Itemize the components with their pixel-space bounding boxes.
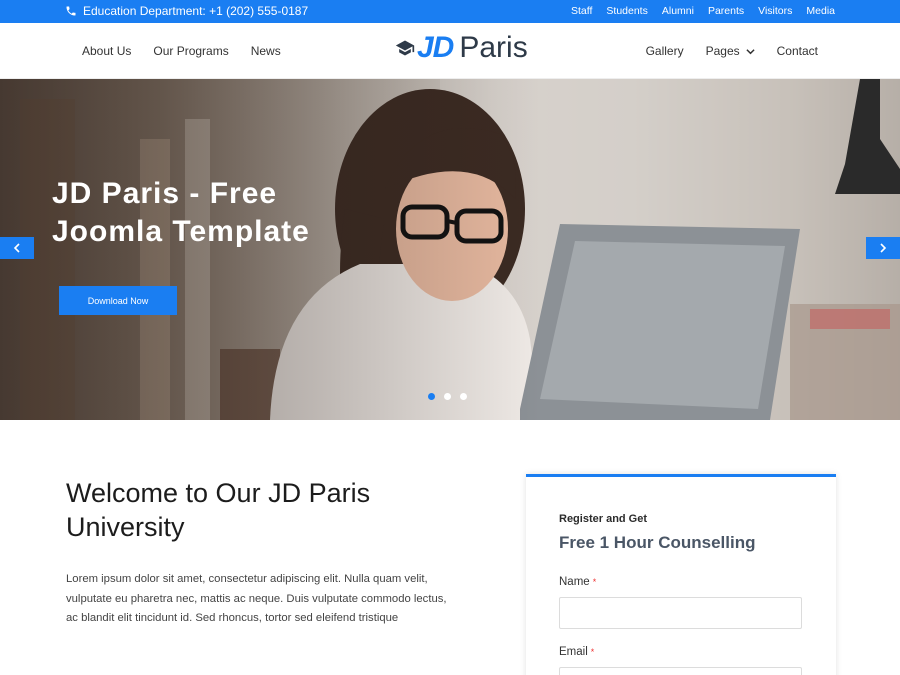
top-bar: Education Department: +1 (202) 555-0187 … — [0, 0, 900, 23]
logo-jd: JD — [417, 31, 454, 64]
nav-left: About Us Our Programs News — [82, 44, 281, 58]
slider-dot-2[interactable] — [444, 393, 451, 400]
required-mark: * — [592, 577, 597, 587]
nav-gallery[interactable]: Gallery — [646, 44, 684, 58]
welcome-paragraph: Lorem ipsum dolor sit amet, consectetur … — [66, 573, 447, 624]
form-title: Free 1 Hour Counselling — [559, 533, 756, 552]
logo-paris: Paris — [459, 31, 528, 64]
slider-dot-3[interactable] — [460, 393, 467, 400]
required-mark: * — [590, 647, 595, 657]
welcome-title-line2: University — [66, 512, 185, 542]
slider-prev-button[interactable] — [0, 237, 34, 259]
counselling-form: Register and Get Free 1 Hour Counselling… — [526, 474, 836, 675]
toplink-students[interactable]: Students — [606, 5, 647, 17]
download-now-button[interactable]: Download Now — [59, 286, 177, 315]
phone-text: Education Department: +1 (202) 555-0187 — [83, 4, 309, 18]
toplink-media[interactable]: Media — [806, 5, 835, 17]
phone-icon — [66, 6, 76, 16]
hero-title: JD Paris - Free Joomla Template — [52, 175, 382, 251]
toplink-parents[interactable]: Parents — [708, 5, 744, 17]
nav-pages-label: Pages — [705, 44, 740, 58]
form-pre-title: Register and Get — [559, 513, 648, 525]
name-label: Name * — [559, 576, 596, 588]
slider-next-button[interactable] — [866, 237, 900, 259]
email-label: Email * — [559, 646, 594, 658]
welcome-title-line1: Welcome to Our JD Paris — [66, 478, 371, 508]
nav-our-programs[interactable]: Our Programs — [153, 44, 228, 58]
hero-slider: JD Paris - Free Joomla Template Download… — [0, 79, 900, 420]
toplink-staff[interactable]: Staff — [571, 5, 592, 17]
top-links: Staff Students Alumni Parents Visitors M… — [571, 5, 835, 17]
hero-title-line1: JD Paris - Free — [52, 177, 278, 210]
slider-dot-1[interactable] — [428, 393, 435, 400]
hero-title-line2: Joomla Template — [52, 215, 310, 248]
site-logo[interactable]: JD Paris — [395, 31, 528, 65]
chevron-left-icon — [13, 243, 20, 253]
toplink-alumni[interactable]: Alumni — [662, 5, 694, 17]
nav-contact[interactable]: Contact — [777, 44, 818, 58]
chevron-down-icon — [746, 48, 755, 54]
name-field[interactable] — [559, 597, 802, 629]
welcome-title: Welcome to Our JD Paris University — [66, 476, 446, 544]
email-label-text: Email — [559, 646, 588, 658]
nav-about-us[interactable]: About Us — [82, 44, 131, 58]
slider-dots — [428, 393, 467, 400]
chevron-right-icon — [880, 243, 887, 253]
toplink-visitors[interactable]: Visitors — [758, 5, 792, 17]
nav-news[interactable]: News — [251, 44, 281, 58]
phone-info: Education Department: +1 (202) 555-0187 — [65, 4, 308, 18]
name-label-text: Name — [559, 576, 590, 588]
nav-pages[interactable]: Pages — [706, 44, 755, 58]
graduation-cap-icon — [395, 40, 415, 56]
nav-right: Gallery Pages Contact — [646, 44, 818, 58]
email-field[interactable] — [559, 667, 802, 675]
main-header: About Us Our Programs News JD Paris Gall… — [0, 23, 900, 79]
